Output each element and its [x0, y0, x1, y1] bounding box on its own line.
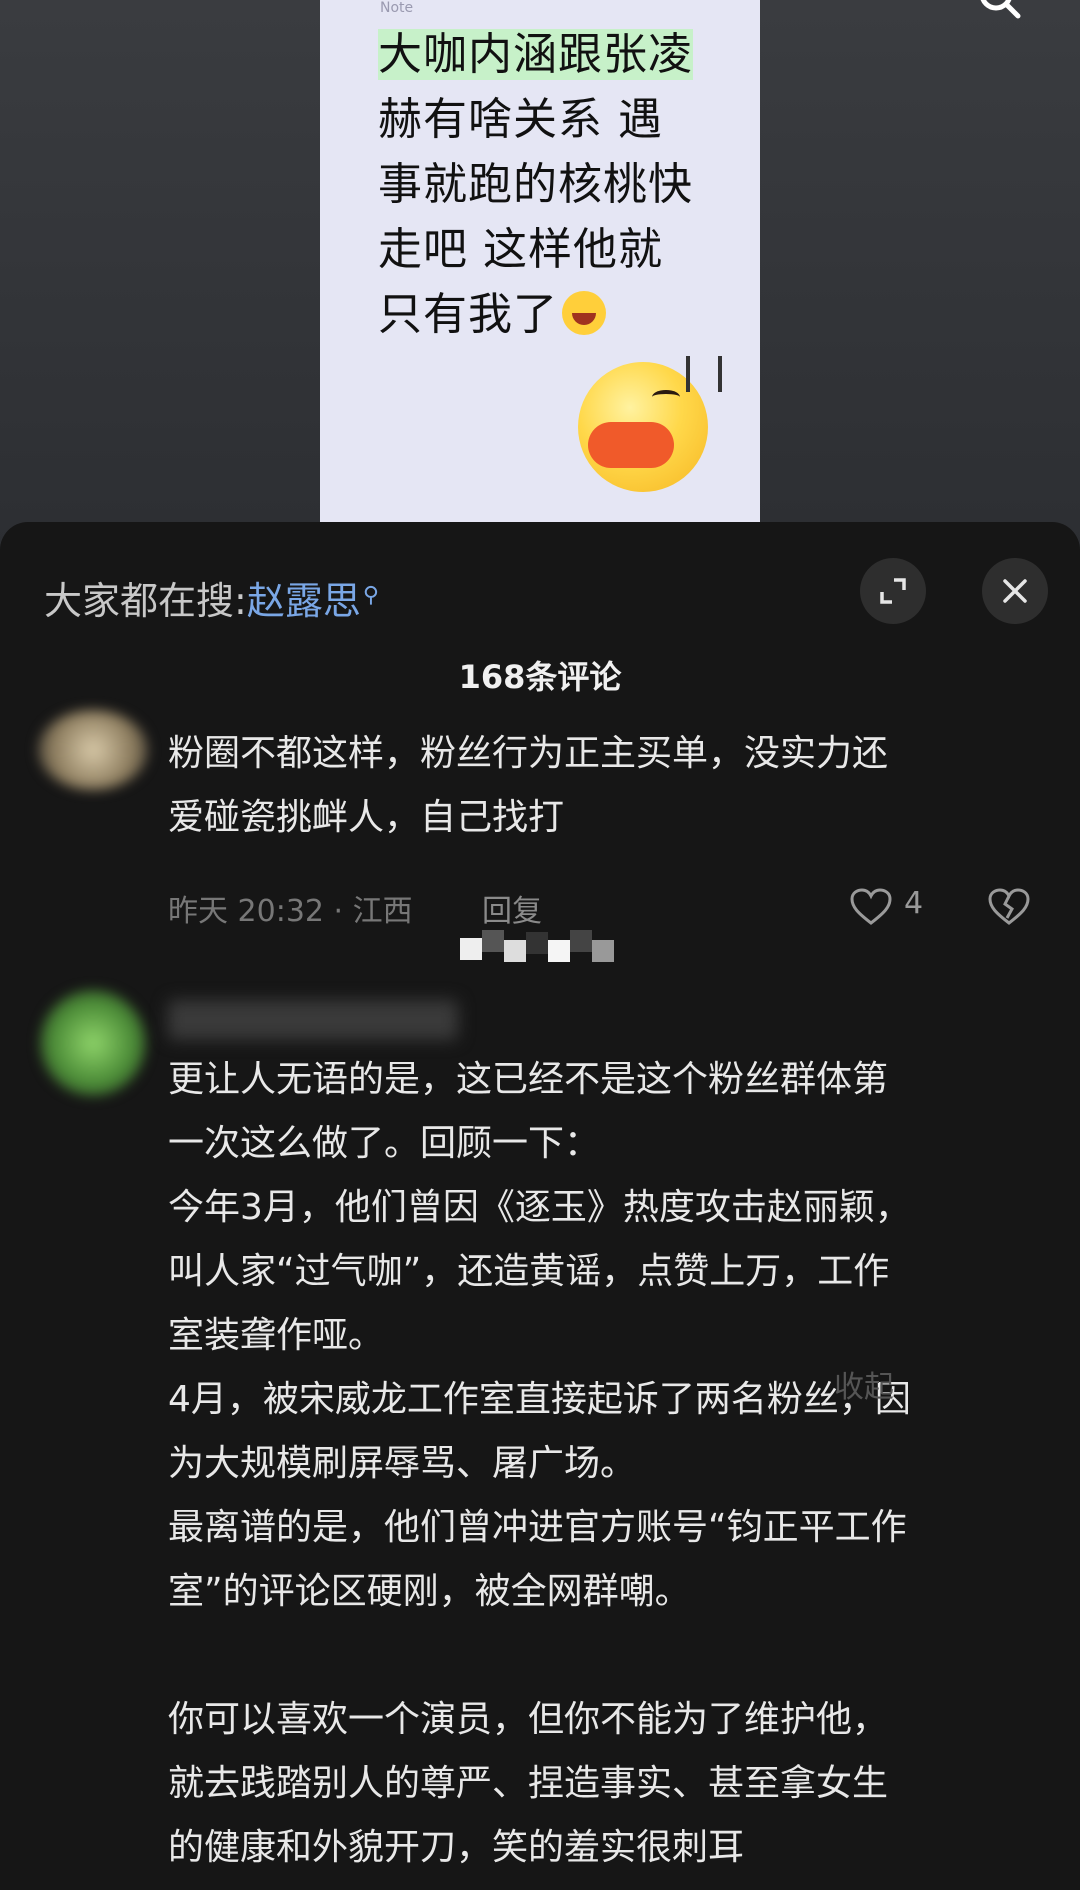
comment-text: 粉圈不都这样，粉丝行为正主买单，没实力还 爱碰瓷挑衅人，自己找打 — [168, 733, 889, 838]
duck-emoji-icon — [578, 356, 722, 492]
dislike-icon[interactable] — [988, 888, 1030, 926]
note-header-hint: Note — [380, 0, 414, 16]
expand-icon — [880, 578, 906, 604]
note-text: 大咖内涵跟张凌 赫有啥关系 遇 事就跑的核桃快 走吧 这样他就 只有我了 — [378, 22, 718, 347]
close-button[interactable] — [982, 558, 1048, 624]
laugh-emoji-icon — [562, 291, 606, 335]
comment-count-title: 168条评论 — [458, 658, 622, 696]
comment-time-location: 昨天 20:32 · 江西 — [168, 894, 413, 929]
trending-prefix: 大家都在搜: — [44, 579, 247, 623]
note-highlight-line: 大咖内涵跟张凌 — [378, 29, 693, 80]
avatar[interactable] — [40, 990, 146, 1096]
trending-search-icon: ⚲ — [362, 583, 379, 608]
avatar[interactable] — [38, 710, 148, 790]
heart-icon[interactable] — [850, 888, 892, 926]
close-icon — [1003, 579, 1027, 603]
expand-button[interactable] — [860, 558, 926, 624]
note-rest-lines: 赫有啥关系 遇 事就跑的核桃快 走吧 这样他就 只有我了 — [378, 94, 693, 340]
mosaic-watermark — [460, 930, 626, 966]
collapse-button[interactable]: 收起 — [834, 1362, 894, 1406]
reply-button[interactable]: 回复 — [482, 886, 542, 930]
trending-search[interactable]: 大家都在搜:赵露思⚲ — [44, 570, 379, 625]
comment-text: 更让人无语的是，这已经不是这个粉丝群体第 一次这么做了。回顾一下： 今年3月，他… — [168, 1059, 911, 1868]
like-count: 4 — [904, 886, 924, 921]
comment-sheet: 大家都在搜:赵露思⚲ 168条评论 粉圈不都这样，粉丝行为正主买单，没实力还 爱… — [0, 522, 1080, 1890]
search-icon[interactable] — [976, 0, 1022, 28]
blurred-username[interactable] — [168, 1000, 458, 1040]
trending-keyword[interactable]: 赵露思 — [247, 579, 361, 623]
